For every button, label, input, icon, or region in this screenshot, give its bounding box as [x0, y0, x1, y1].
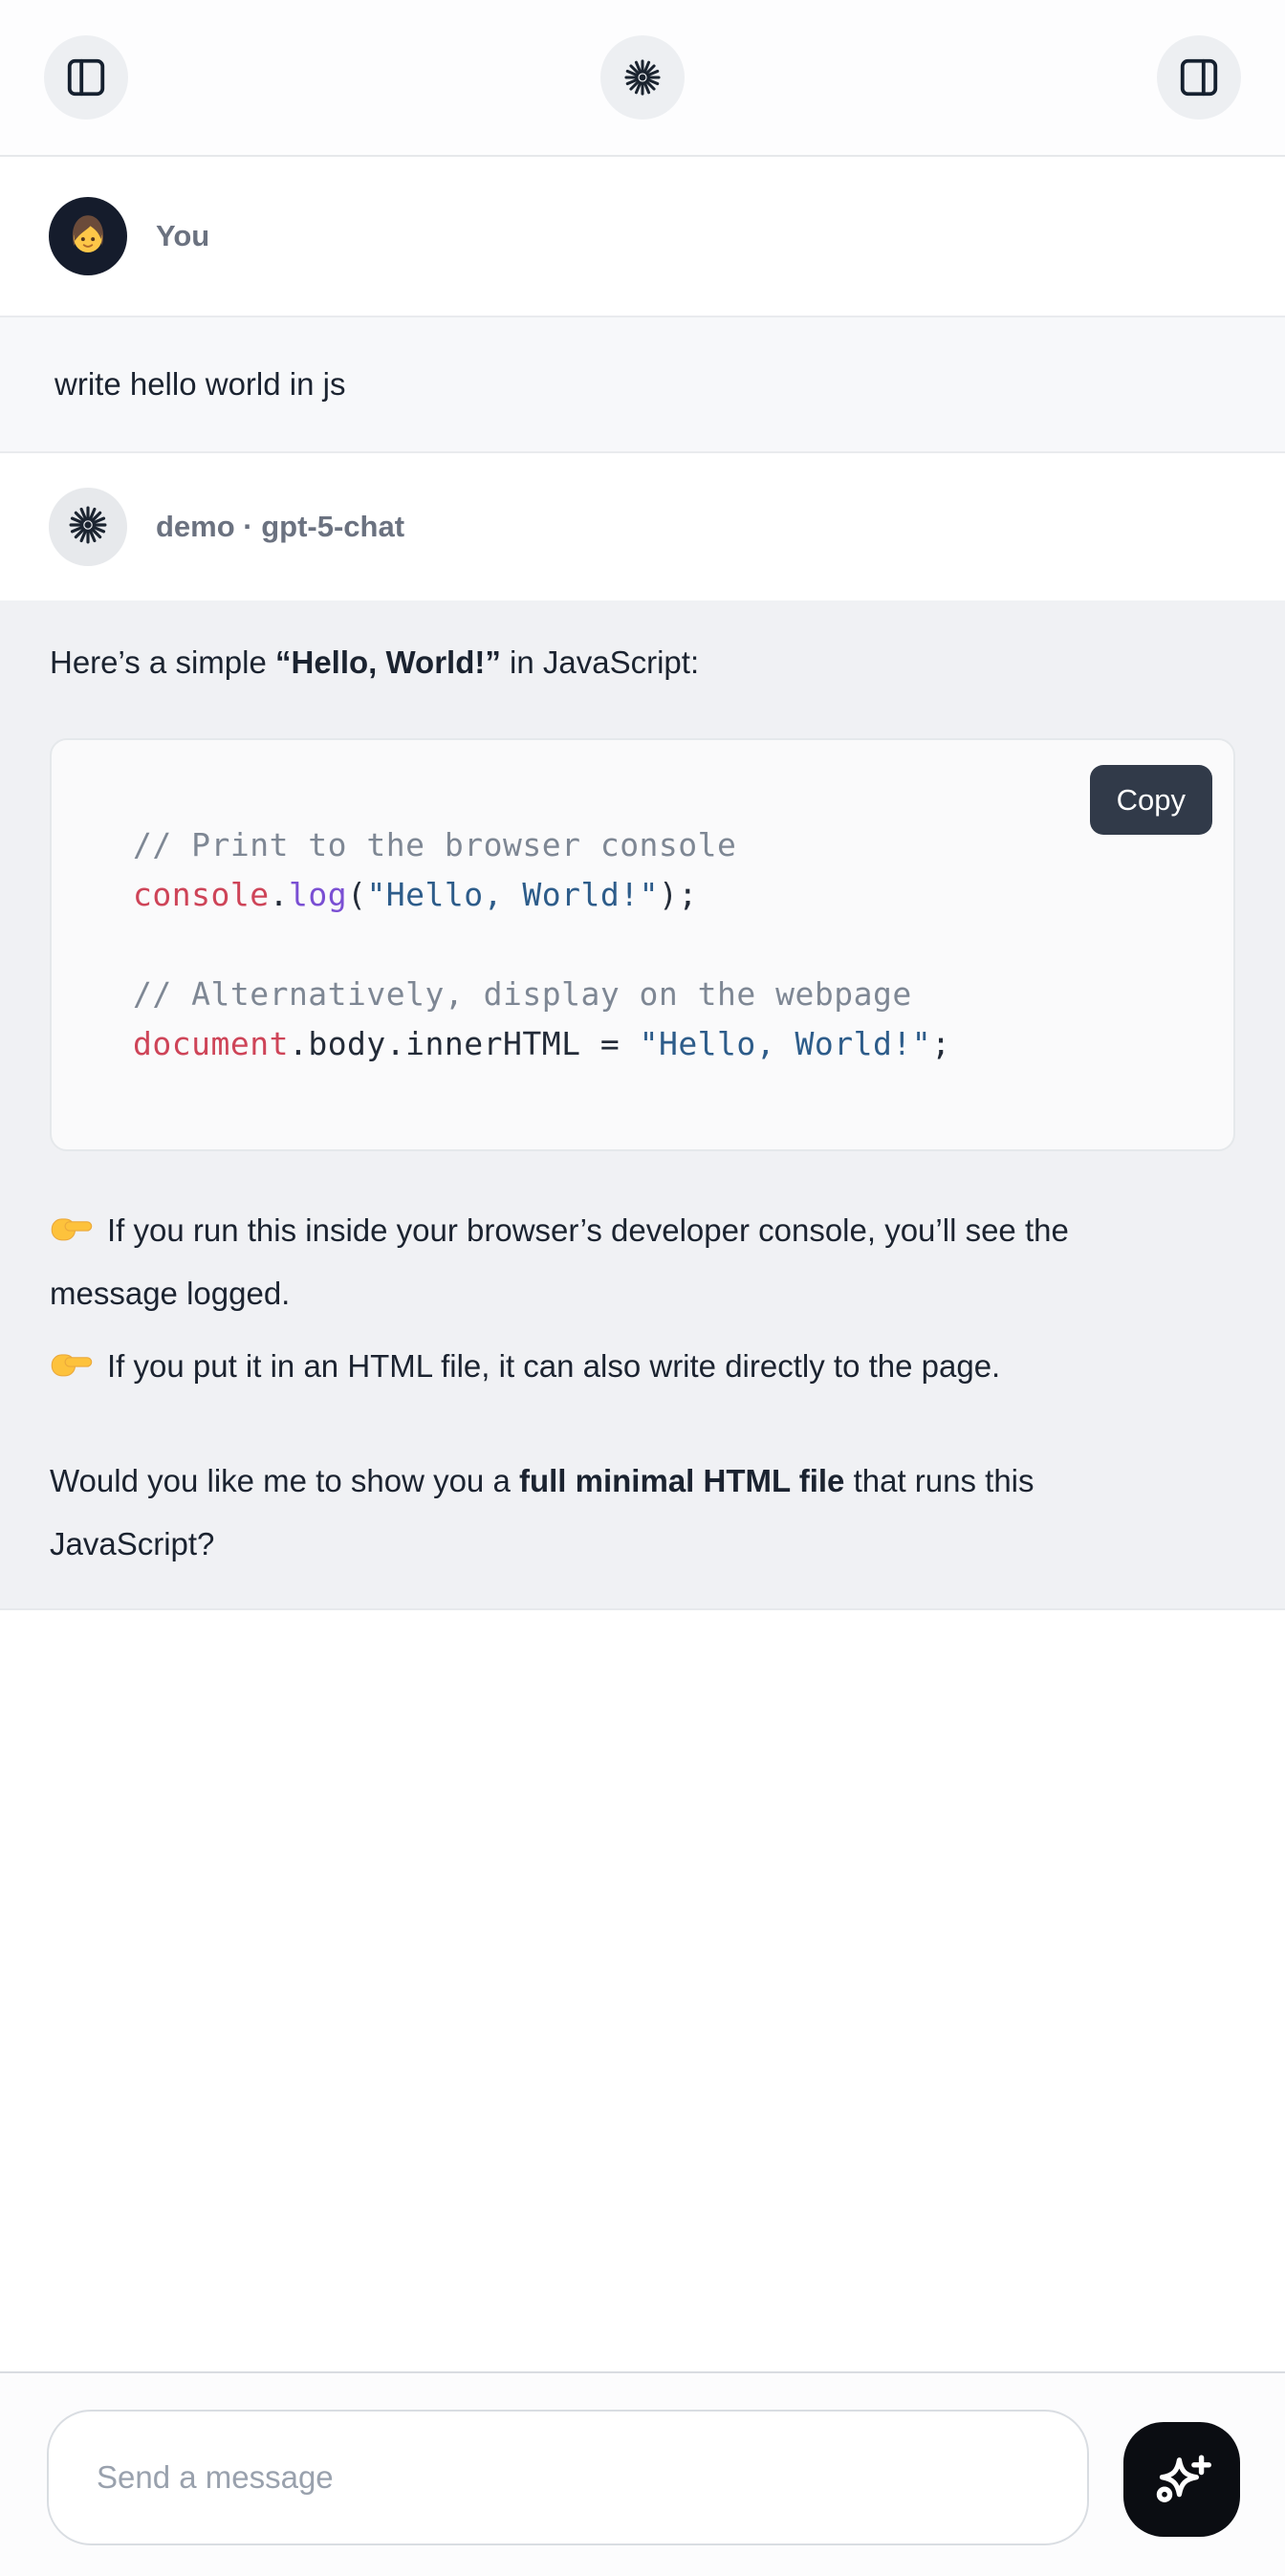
assistant-sender-row: demo · gpt-5-chat	[0, 453, 1285, 600]
chat-page: You write hello world in js dem	[0, 0, 1285, 2576]
code-line-document: document.body.innerHTML = "Hello, World!…	[133, 1019, 1210, 1069]
user-avatar	[49, 197, 127, 275]
code-content: // Print to the browser consoleconsole.l…	[52, 740, 1233, 1149]
assistant-avatar	[49, 488, 127, 566]
sidebar-toggle-button[interactable]	[44, 35, 128, 120]
top-bar	[0, 0, 1285, 157]
code-line-blank	[133, 920, 1210, 970]
question-bold: full minimal HTML file	[519, 1463, 844, 1498]
assistant-message: Here’s a simple “Hello, World!” in JavaS…	[0, 600, 1285, 1610]
assistant-paragraph-question: Would you like me to show you a full min…	[50, 1450, 1101, 1576]
starburst-icon	[67, 504, 109, 551]
assistant-paragraph-intro: Here’s a simple “Hello, World!” in JavaS…	[50, 631, 1101, 694]
right-panel-toggle-button[interactable]	[1157, 35, 1241, 120]
composer-bar	[0, 2371, 1285, 2576]
intro-bold: “Hello, World!”	[275, 644, 501, 680]
sparkle-plus-icon	[1147, 2444, 1216, 2516]
starburst-logo-icon	[622, 57, 663, 98]
tip-console-text: If you run this inside your browser’s de…	[50, 1212, 1069, 1311]
copy-code-button[interactable]: Copy	[1090, 765, 1212, 835]
tip-html-file-text: If you put it in an HTML file, it can al…	[107, 1348, 1000, 1384]
user-message-text: write hello world in js	[54, 366, 345, 402]
tip-console: If you run this inside your browser’s de…	[50, 1199, 1101, 1325]
user-sender-name: You	[156, 219, 209, 253]
code-line-comment-1: // Print to the browser console	[133, 820, 1210, 870]
pointing-hand-emoji-icon	[50, 1341, 94, 1385]
message-input[interactable]	[47, 2410, 1089, 2545]
intro-prefix: Here’s a simple	[50, 644, 275, 680]
app-logo-button[interactable]	[600, 35, 685, 120]
panel-left-icon	[64, 55, 108, 99]
code-line-comment-2: // Alternatively, display on the webpage	[133, 970, 1210, 1019]
user-message: write hello world in js	[0, 316, 1285, 453]
pointing-hand-emoji-icon	[50, 1205, 94, 1249]
panel-right-icon	[1177, 55, 1221, 99]
user-sender-row: You	[0, 157, 1285, 316]
person-emoji-icon	[58, 205, 118, 269]
intro-suffix: in JavaScript:	[501, 644, 699, 680]
assistant-sender-name: demo · gpt-5-chat	[156, 510, 404, 544]
question-prefix: Would you like me to show you a	[50, 1463, 519, 1498]
code-line-console-log: console.log("Hello, World!");	[133, 870, 1210, 920]
code-block: Copy // Print to the browser consolecons…	[50, 738, 1235, 1151]
tip-html-file: If you put it in an HTML file, it can al…	[50, 1335, 1101, 1398]
send-button[interactable]	[1123, 2422, 1240, 2537]
